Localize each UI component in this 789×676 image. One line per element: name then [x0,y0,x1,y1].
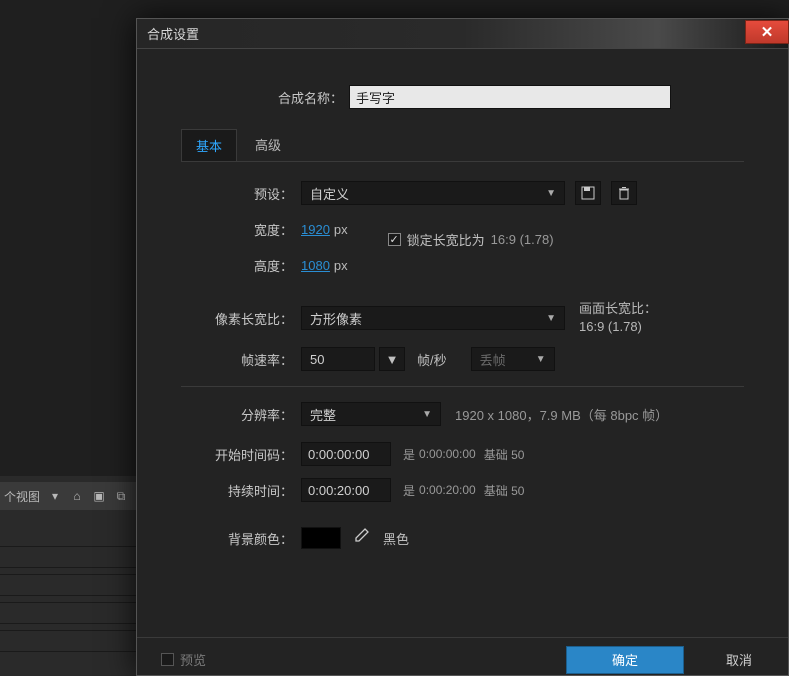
bgcolor-swatch[interactable] [301,527,341,549]
preview-checkbox[interactable] [161,653,174,666]
par-dropdown[interactable]: 方形像素 ▼ [301,306,565,330]
toolbar-icon-1[interactable]: ⌂ [70,489,84,503]
par-value: 方形像素 [310,309,362,328]
start-tc-note-tc: 0:00:00:00 [419,447,476,461]
delete-preset-button[interactable] [611,181,637,205]
dialog-title: 合成设置 [147,24,199,43]
toolbar-icon-2[interactable]: ▣ [92,489,106,503]
row-dimensions: 宽度： 1920 px 高度： 1080 px ✓ 锁定长宽比为 16:9 (1… [181,216,744,288]
resolution-info: 1920 x 1080，7.9 MB（每 8bpc 帧） [455,405,668,424]
tab-basic[interactable]: 基本 [181,129,237,161]
preset-label: 预设： [181,184,293,203]
bg-row [0,574,140,596]
dialog-body: 合成名称： 基本 高级 预设： 自定义 ▼ [137,49,788,571]
background-toolbar: 个视图 ▾ ⌂ ▣ ⧉ [0,482,140,510]
duration-note-tc: 0:00:20:00 [419,483,476,497]
chevron-down-icon: ▼ [546,188,556,199]
chevron-down-icon: ▼ [422,409,432,420]
composition-settings-dialog: 合成设置 ✕ 合成名称： 基本 高级 预设： 自定义 ▼ [136,18,789,676]
resolution-dropdown[interactable]: 完整 ▼ [301,402,441,426]
fps-unit: 帧/秒 [417,350,447,369]
divider [181,386,744,387]
row-resolution: 分辨率： 完整 ▼ 1920 x 1080，7.9 MB（每 8bpc 帧） [181,401,744,427]
row-start-timecode: 开始时间码： 是 0:00:00:00 基础 50 [181,441,744,467]
eyedropper-icon [353,528,369,544]
chevron-down-icon: ▼ [386,352,399,367]
start-tc-label: 开始时间码： [181,445,293,464]
lock-aspect-label: 锁定长宽比为 [407,230,485,249]
comp-name-input[interactable] [349,85,671,109]
close-button[interactable]: ✕ [745,20,789,44]
fps-label: 帧速率： [181,350,293,369]
resolution-label: 分辨率： [181,405,293,424]
row-bgcolor: 背景颜色： 黑色 [181,525,744,551]
width-unit: px [334,222,348,237]
close-icon: ✕ [761,23,774,41]
lock-aspect-checkbox[interactable]: ✓ [388,233,401,246]
resolution-value: 完整 [310,405,336,424]
bgcolor-name: 黑色 [383,529,409,548]
height-unit: px [334,258,348,273]
chevron-down-icon: ▼ [536,354,546,365]
preset-value: 自定义 [310,184,349,203]
tabs: 基本 高级 [181,129,772,161]
duration-label: 持续时间： [181,481,293,500]
row-preset: 预设： 自定义 ▼ [181,180,744,206]
height-label: 高度： [181,256,293,275]
bg-toolbar-label: 个视图 [4,488,40,505]
lock-aspect-ratio: 16:9 (1.78) [491,232,554,247]
tab-advanced[interactable]: 高级 [241,129,295,161]
tab-panel-basic: 预设： 自定义 ▼ 宽度： 1920 px [181,161,744,551]
fps-input[interactable]: 50 [301,347,375,371]
fps-dropdown-caret[interactable]: ▼ [379,347,405,371]
preview-checkbox-group: 预览 [161,650,206,669]
frame-aspect-label: 画面长宽比： [579,300,657,318]
toolbar-icon-3[interactable]: ⧉ [114,489,128,504]
preview-label: 预览 [180,650,206,669]
fps-value: 50 [310,352,324,367]
row-comp-name: 合成名称： [153,85,772,109]
bg-row [0,602,140,624]
start-tc-input[interactable] [301,442,391,466]
frame-aspect-value: 16:9 (1.78) [579,318,657,336]
ok-button[interactable]: 确定 [566,646,684,674]
bg-row [0,630,140,652]
comp-name-label: 合成名称： [153,88,343,107]
duration-input[interactable] [301,478,391,502]
height-input[interactable]: 1080 [301,258,330,273]
save-icon [581,186,595,200]
row-pixel-aspect: 像素长宽比： 方形像素 ▼ 画面长宽比： 16:9 (1.78) [181,300,744,336]
dropframe-value: 丢帧 [480,350,506,369]
chevron-down-icon: ▼ [546,313,556,324]
duration-note-prefix: 是 [403,482,415,499]
duration-note-base: 基础 50 [484,482,525,499]
footer-buttons: 确定 取消 [566,644,764,675]
lock-aspect-group: ✓ 锁定长宽比为 16:9 (1.78) [388,216,554,249]
cancel-button[interactable]: 取消 [714,644,764,675]
bgcolor-label: 背景颜色： [181,529,293,548]
row-height: 高度： 1080 px [181,252,348,278]
preset-dropdown[interactable]: 自定义 ▼ [301,181,565,205]
eyedropper-button[interactable] [353,528,369,548]
dialog-footer: 预览 确定 取消 [137,637,788,675]
start-tc-note-prefix: 是 [403,446,415,463]
row-width: 宽度： 1920 px [181,216,348,242]
start-tc-note-base: 基础 50 [484,446,525,463]
chevron-down-icon[interactable]: ▾ [48,489,62,503]
width-label: 宽度： [181,220,293,239]
save-preset-button[interactable] [575,181,601,205]
row-duration: 持续时间： 是 0:00:20:00 基础 50 [181,477,744,503]
dialog-titlebar[interactable]: 合成设置 ✕ [137,19,788,49]
par-label: 像素长宽比： [181,309,293,328]
bg-row [0,546,140,568]
dropframe-dropdown: 丢帧 ▼ [471,347,555,371]
frame-aspect-info: 画面长宽比： 16:9 (1.78) [579,300,657,336]
trash-icon [617,186,631,200]
row-fps: 帧速率： 50 ▼ 帧/秒 丢帧 ▼ [181,346,744,372]
width-input[interactable]: 1920 [301,222,330,237]
background-rows [0,546,140,658]
